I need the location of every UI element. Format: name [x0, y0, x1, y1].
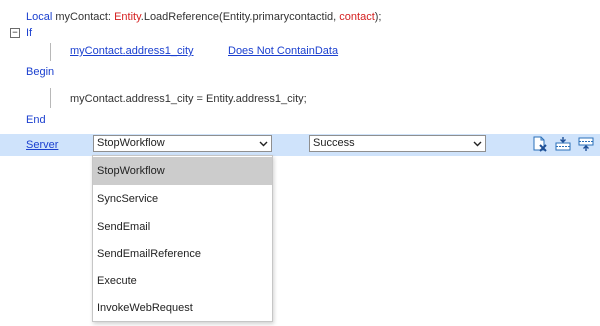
server-action-row: Server StopWorkflow Success: [0, 134, 600, 156]
local-keyword: Local: [26, 11, 53, 23]
insert-row-above-icon[interactable]: [578, 136, 594, 152]
dropdown-option-invokewebrequest[interactable]: InvokeWebRequest: [93, 294, 272, 322]
if-keyword: If: [26, 27, 33, 39]
dropdown-option-sendemailreference[interactable]: SendEmailReference: [93, 240, 272, 268]
server-link[interactable]: Server: [26, 138, 58, 152]
load-reference-call: .LoadReference(Entity.primarycontactid,: [140, 11, 337, 23]
chevron-down-icon: [473, 141, 482, 147]
entity-reference: Entity: [114, 11, 141, 23]
condition-object-link[interactable]: myContact: [70, 45, 123, 57]
condition-field[interactable]: myContact.address1_city: [70, 44, 194, 58]
action-select-value: StopWorkflow: [97, 137, 165, 149]
contact-argument: contact: [339, 11, 375, 23]
chevron-down-icon: [259, 141, 268, 147]
statement-close: );: [374, 11, 382, 23]
dropdown-option-syncservice[interactable]: SyncService: [93, 185, 272, 213]
collapse-toggle-icon[interactable]: −: [10, 28, 20, 38]
variable-declaration: myContact:: [55, 11, 111, 23]
condition-operator-link[interactable]: Does Not ContainData: [228, 44, 338, 58]
status-select[interactable]: Success: [309, 135, 486, 152]
delete-file-icon[interactable]: [532, 136, 548, 152]
action-select[interactable]: StopWorkflow: [93, 135, 272, 152]
condition-attribute-link[interactable]: address1_city: [126, 45, 194, 57]
load-reference-statement: Local myContact: Entity.LoadReference(En…: [26, 10, 381, 24]
dropdown-option-execute[interactable]: Execute: [93, 267, 272, 295]
status-select-value: Success: [313, 137, 355, 149]
dropdown-option-stopworkflow[interactable]: StopWorkflow: [93, 157, 272, 185]
dropdown-option-sendemail[interactable]: SendEmail: [93, 213, 272, 241]
indent-guide: [50, 43, 51, 61]
action-dropdown-list: StopWorkflow SyncService SendEmail SendE…: [92, 155, 273, 322]
indent-guide: [50, 88, 51, 108]
assignment-statement[interactable]: myContact.address1_city = Entity.address…: [70, 92, 307, 106]
insert-row-below-icon[interactable]: [555, 136, 571, 152]
begin-keyword: Begin: [26, 66, 55, 78]
end-keyword: End: [26, 114, 46, 126]
